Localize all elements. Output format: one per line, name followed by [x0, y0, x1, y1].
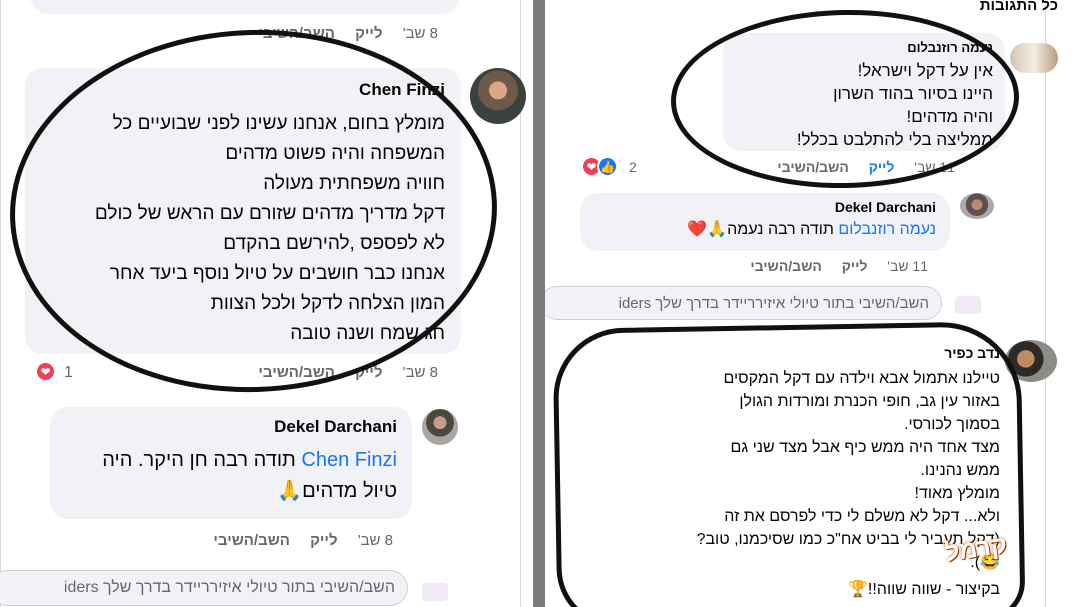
mention-link[interactable]: Chen Finzi [301, 449, 397, 471]
panel-divider [533, 0, 545, 607]
hand-drawn-circle [669, 6, 1021, 192]
reply-text-part: תודה רבה חן היקר. היה [102, 449, 296, 471]
comment-time: 8 שב' [402, 364, 438, 381]
previous-comment-bubble [30, 0, 460, 14]
avatar[interactable] [470, 68, 526, 124]
reply-time: 11 שב' [887, 258, 928, 274]
page-logo-icon [955, 296, 981, 314]
reply-meta: 8 שב' לייק השב/השיבי [197, 532, 393, 549]
reply-input[interactable]: השב/השיבי בתור טיולי איזירריידר בדרך שלך… [545, 286, 942, 320]
avatar[interactable] [422, 409, 458, 445]
like-button[interactable]: לייק [355, 25, 382, 42]
reply-bubble: Dekel Darchani נעמה רוזנבלום תודה רבה נע… [580, 193, 950, 251]
section-title: כל התגובות [979, 0, 1058, 14]
reaction-count: 2 [629, 159, 637, 175]
hand-drawn-circle [552, 320, 1026, 607]
reply-button[interactable]: השב/השיבי [213, 532, 290, 549]
right-scroll-track [1045, 0, 1046, 607]
reply-bubble: Dekel Darchani Chen Finzi תודה רבה חן הי… [50, 407, 412, 519]
reply-text: Chen Finzi תודה רבה חן היקר. היה [65, 445, 397, 475]
like-button[interactable]: לייק [310, 532, 337, 549]
like-reaction-icon[interactable]: 👍 [597, 156, 618, 177]
reply-text-line: טיול מדהים🙏 [277, 480, 397, 502]
reaction-count: 1 [64, 364, 73, 381]
page-logo-icon [422, 583, 448, 601]
like-button[interactable]: לייק [842, 258, 868, 274]
left-panel: 8 שב' לייק השב/השיבי Chen Finzi מומלץ בח… [0, 0, 533, 607]
reply-text-part: תודה רבה נעמה🙏❤️ [687, 221, 834, 238]
avatar[interactable] [960, 193, 994, 219]
comment-time: 8 שב' [402, 25, 438, 42]
reply-meta: 11 שב' לייק השב/השיבי [734, 258, 928, 274]
reply-time: 8 שב' [357, 532, 393, 549]
screenshot-collage: 8 שב' לייק השב/השיבי Chen Finzi מומלץ בח… [0, 0, 1080, 607]
reply-text: נעמה רוזנבלום תודה רבה נעמה🙏❤️ [594, 219, 936, 241]
reply-author[interactable]: Dekel Darchani [594, 199, 936, 215]
left-border [0, 0, 1, 607]
mention-link[interactable]: נעמה רוזנבלום [838, 221, 936, 238]
reply-button[interactable]: השב/השיבי [750, 258, 821, 274]
reply-author[interactable]: Dekel Darchani [65, 417, 397, 437]
avatar[interactable] [1010, 43, 1058, 73]
right-panel: כל התגובות נעמה רוזנבלום אין על דקל וישר… [545, 0, 1080, 607]
reply-input[interactable]: השב/השיבי בתור טיולי איזירריידר בדרך שלך… [0, 570, 408, 606]
heart-reaction-icon[interactable]: ❤ [35, 361, 56, 382]
